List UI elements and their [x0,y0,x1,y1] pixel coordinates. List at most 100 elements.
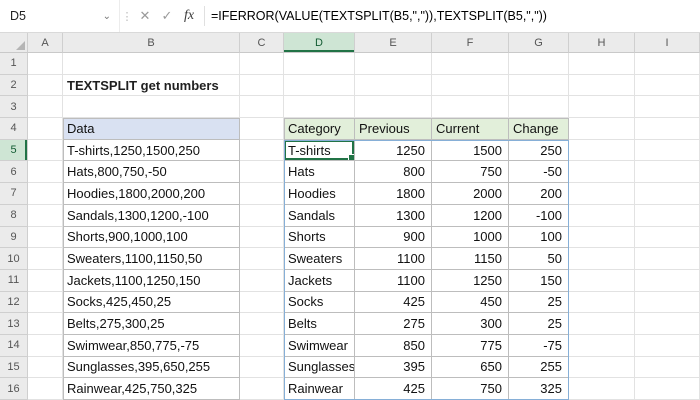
formula-input[interactable]: =IFERROR(VALUE(TEXTSPLIT(B5,",")),TEXTSP… [211,9,700,23]
data-cell[interactable]: Belts,275,300,25 [63,313,240,335]
cell[interactable] [28,378,63,400]
table-cell[interactable]: 2000 [432,183,509,205]
formula-bar-resize-handle[interactable]: ⋮ [120,10,134,23]
cell[interactable] [355,53,432,75]
cell[interactable] [509,96,569,119]
table-cell[interactable]: 800 [355,161,432,184]
cell[interactable] [28,269,63,292]
cell[interactable] [240,204,284,227]
table-cell[interactable]: 1100 [355,269,432,292]
table-header-previous[interactable]: Previous [355,118,432,140]
column-header-f[interactable]: F [432,33,509,53]
row-header[interactable]: 10 [0,248,28,270]
table-cell[interactable]: 1000 [432,226,509,249]
cell[interactable] [240,313,284,335]
table-cell[interactable]: 25 [509,313,569,335]
table-header-current[interactable]: Current [432,118,509,140]
table-cell[interactable]: 750 [432,378,509,400]
row-header[interactable]: 14 [0,334,28,357]
cell[interactable] [635,161,700,184]
row-header[interactable]: 6 [0,161,28,184]
table-cell[interactable]: 900 [355,226,432,249]
table-cell[interactable]: -75 [509,334,569,357]
data-cell[interactable]: Hoodies,1800,2000,200 [63,183,240,205]
cell[interactable] [635,356,700,379]
cell[interactable] [635,226,700,249]
cell[interactable] [240,183,284,205]
cell[interactable] [569,334,635,357]
table-cell[interactable]: 650 [432,356,509,379]
table-cell[interactable]: 1200 [432,204,509,227]
table-cell[interactable]: -100 [509,204,569,227]
table-cell[interactable]: Socks [284,291,355,314]
chevron-down-icon[interactable]: ⌄ [103,11,111,22]
cell[interactable] [569,269,635,292]
cell[interactable] [28,356,63,379]
row-header[interactable]: 16 [0,378,28,400]
cell[interactable] [240,356,284,379]
cell[interactable] [635,53,700,75]
cell[interactable] [432,74,509,97]
cell[interactable] [28,313,63,335]
enter-icon[interactable]: ✓ [156,8,178,24]
cell[interactable] [284,74,355,97]
table-cell[interactable]: Belts [284,313,355,335]
cell[interactable] [569,74,635,97]
cell[interactable] [635,378,700,400]
data-block-header[interactable]: Data [63,118,240,140]
cell[interactable] [635,118,700,140]
table-cell[interactable]: 775 [432,334,509,357]
cell[interactable] [569,183,635,205]
table-cell[interactable]: 200 [509,183,569,205]
cell[interactable] [240,161,284,184]
cell[interactable] [635,334,700,357]
data-cell[interactable]: Sunglasses,395,650,255 [63,356,240,379]
cell[interactable] [28,334,63,357]
data-cell[interactable]: Socks,425,450,25 [63,291,240,314]
table-cell[interactable]: Swimwear [284,334,355,357]
table-cell[interactable]: 100 [509,226,569,249]
cell[interactable] [63,53,240,75]
table-cell[interactable]: 255 [509,356,569,379]
cell[interactable] [240,139,284,162]
column-header-a[interactable]: A [28,33,63,53]
table-cell[interactable]: 1250 [355,139,432,162]
data-cell[interactable]: Rainwear,425,750,325 [63,378,240,400]
data-cell[interactable]: Jackets,1100,1250,150 [63,269,240,292]
cell[interactable] [509,74,569,97]
select-all-corner[interactable] [0,33,28,53]
table-header-change[interactable]: Change [509,118,569,140]
row-header[interactable]: 13 [0,313,28,335]
cell[interactable] [569,226,635,249]
column-header-b[interactable]: B [63,33,240,53]
cell[interactable] [569,356,635,379]
data-cell[interactable]: Sweaters,1100,1150,50 [63,248,240,270]
cell[interactable] [28,96,63,119]
row-header[interactable]: 5 [0,139,28,162]
table-cell[interactable]: 425 [355,378,432,400]
column-header-h[interactable]: H [569,33,635,53]
cell[interactable] [635,313,700,335]
cell[interactable] [240,53,284,75]
cell[interactable] [28,183,63,205]
cell[interactable] [569,204,635,227]
cell[interactable] [63,96,240,119]
data-cell[interactable]: Hats,800,750,-50 [63,161,240,184]
cancel-icon[interactable]: ✕ [134,8,156,24]
sheet-title[interactable]: TEXTSPLIT get numbers [63,74,240,97]
cell[interactable] [569,291,635,314]
row-header[interactable]: 3 [0,96,28,119]
table-cell[interactable]: Hoodies [284,183,355,205]
table-cell[interactable]: Shorts [284,226,355,249]
table-cell[interactable]: Rainwear [284,378,355,400]
cell[interactable] [569,378,635,400]
row-header[interactable]: 4 [0,118,28,140]
column-header-g[interactable]: G [509,33,569,53]
row-header[interactable]: 15 [0,356,28,379]
cell[interactable] [28,74,63,97]
cell[interactable] [240,248,284,270]
cell[interactable] [240,334,284,357]
cell[interactable] [355,74,432,97]
cell[interactable] [28,226,63,249]
cell[interactable] [284,53,355,75]
